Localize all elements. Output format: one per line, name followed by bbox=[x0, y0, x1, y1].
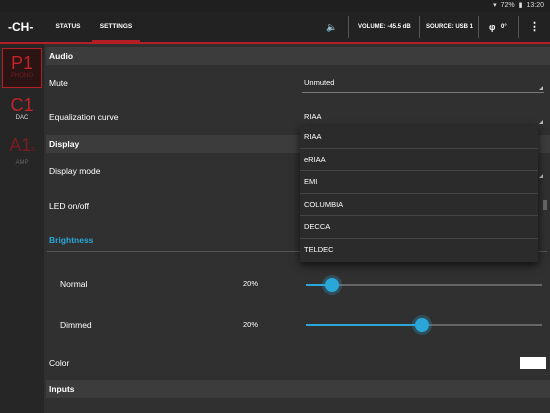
dimmed-label: Dimmed bbox=[60, 320, 92, 330]
eq-select[interactable]: RIAA bbox=[304, 112, 322, 121]
clock: 13:20 bbox=[526, 1, 544, 9]
slider-fill bbox=[306, 324, 422, 326]
device-phono[interactable]: P1 PHONO bbox=[2, 48, 42, 88]
dropdown-arrow-icon bbox=[539, 86, 543, 90]
dimmed-value: 20% bbox=[243, 320, 259, 329]
eq-option[interactable]: TELDEC bbox=[300, 239, 538, 262]
tab-settings[interactable]: SETTINGS bbox=[92, 12, 140, 42]
toggle-edge[interactable] bbox=[543, 200, 547, 210]
speaker-icon[interactable]: 🔈 bbox=[326, 12, 337, 42]
eq-dropdown-menu: RIAA eRIAA EMI COLUMBIA DECCA TELDEC bbox=[300, 126, 538, 262]
display-mode-label: Display mode bbox=[49, 166, 101, 176]
source-selector[interactable]: SOURCE: USB 1 bbox=[426, 12, 473, 42]
color-label: Color bbox=[49, 358, 70, 368]
device-sidebar: P1 PHONO C1 DAC A1s AMP bbox=[0, 44, 44, 413]
slider-thumb[interactable] bbox=[415, 318, 429, 332]
eq-option[interactable]: RIAA bbox=[300, 126, 538, 149]
phase-value[interactable]: 0° bbox=[501, 12, 507, 42]
color-swatch[interactable] bbox=[520, 357, 546, 369]
eq-option[interactable]: DECCA bbox=[300, 216, 538, 239]
device-code-wrap: A1s bbox=[2, 135, 42, 160]
device-label: PHONO bbox=[10, 73, 33, 79]
device-dac[interactable]: C1 DAC bbox=[2, 92, 42, 130]
mute-select[interactable]: Unmuted bbox=[304, 78, 334, 87]
volume-readout[interactable]: VOLUME: -45.5 dB bbox=[358, 12, 411, 42]
section-header-inputs: Inputs bbox=[46, 380, 550, 398]
select-underline bbox=[302, 92, 544, 93]
battery-percent: 72% bbox=[500, 1, 515, 9]
eq-label: Equalization curve bbox=[49, 112, 119, 122]
dropdown-arrow-icon bbox=[539, 174, 543, 178]
eq-option[interactable]: EMI bbox=[300, 171, 538, 194]
divider bbox=[478, 16, 479, 38]
device-code: A1 bbox=[9, 135, 32, 155]
battery-icon: ▮ bbox=[518, 2, 523, 9]
device-code: C1 bbox=[10, 95, 34, 115]
led-label: LED on/off bbox=[49, 201, 90, 211]
divider bbox=[348, 16, 349, 38]
normal-value: 20% bbox=[243, 279, 259, 288]
device-subscript: s bbox=[31, 146, 35, 153]
phase-icon[interactable]: φ bbox=[489, 12, 495, 42]
wifi-icon: ▾ bbox=[493, 2, 497, 9]
dimmed-slider[interactable] bbox=[306, 318, 542, 332]
device-label: AMP bbox=[15, 160, 29, 166]
mute-label: Mute bbox=[49, 78, 68, 88]
brightness-header: Brightness bbox=[49, 235, 94, 245]
device-label: DAC bbox=[15, 115, 29, 121]
overflow-menu-icon[interactable]: ⋮ bbox=[529, 12, 540, 42]
normal-slider[interactable] bbox=[306, 278, 542, 292]
system-status-bar: ▾ 72% ▮ 13:20 bbox=[0, 0, 550, 12]
app-logo: -CH- bbox=[8, 20, 34, 34]
dropdown-arrow-icon bbox=[539, 120, 543, 124]
section-header-audio: Audio bbox=[46, 47, 550, 65]
normal-label: Normal bbox=[60, 279, 88, 289]
device-code: P1 bbox=[10, 53, 34, 73]
divider bbox=[419, 16, 420, 38]
eq-option[interactable]: eRIAA bbox=[300, 149, 538, 172]
app-bar: -CH- STATUS SETTINGS 🔈 VOLUME: -45.5 dB … bbox=[0, 12, 550, 44]
status-icons: ▾ 72% ▮ 13:20 bbox=[493, 1, 544, 10]
slider-thumb[interactable] bbox=[325, 278, 339, 292]
divider bbox=[518, 16, 519, 38]
tab-status[interactable]: STATUS bbox=[48, 12, 88, 42]
device-amp[interactable]: A1s AMP bbox=[2, 132, 42, 170]
eq-option[interactable]: COLUMBIA bbox=[300, 194, 538, 217]
